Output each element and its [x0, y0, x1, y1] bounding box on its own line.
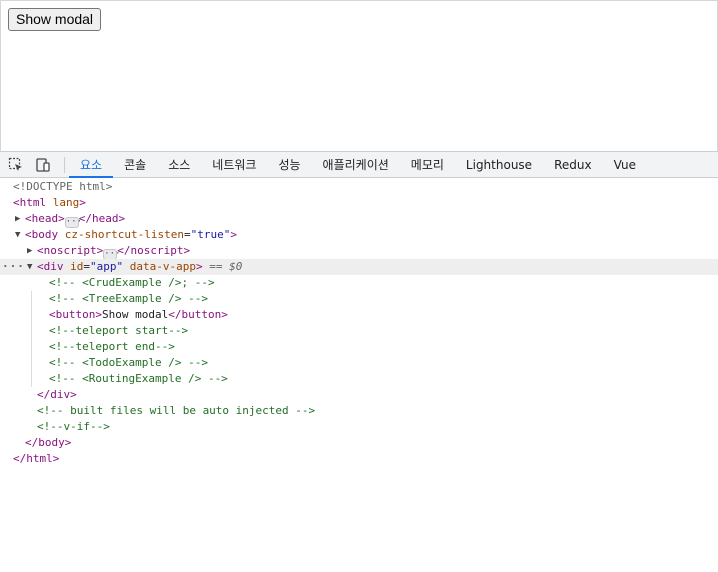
devtools-panel: 요소 콘솔 소스 네트워크 성능 애플리케이션 메모리 Lighthouse R… — [0, 151, 718, 572]
comment-text: <!-- <TodoExample /> --> — [49, 356, 208, 369]
dom-node-comment[interactable]: <!-- <TodoExample /> --> — [0, 355, 718, 371]
noscript-close-tag: </noscript> — [117, 244, 191, 257]
comment-text: <!--v-if--> — [37, 420, 110, 433]
tab-elements[interactable]: 요소 — [69, 152, 114, 178]
dom-node-doctype[interactable]: <!DOCTYPE html> — [0, 179, 718, 195]
body-close-tag: </body> — [25, 436, 72, 449]
tab-sources[interactable]: 소스 — [157, 152, 201, 178]
tab-console[interactable]: 콘솔 — [113, 152, 157, 178]
dom-node-div-app-selected[interactable]: ··· ▼ <div id="app" data-v-app> == $0 — [0, 259, 718, 275]
dom-node-comment[interactable]: <!--teleport end--> — [0, 339, 718, 355]
device-toolbar-icon[interactable] — [34, 156, 52, 174]
tab-application[interactable]: 애플리케이션 — [312, 152, 400, 178]
dom-node-html[interactable]: <html lang> — [0, 195, 718, 211]
head-close-tag: </head> — [78, 212, 126, 225]
head-tag: head — [31, 212, 59, 225]
body-tag: body — [31, 228, 59, 241]
dom-node-comment[interactable]: <!-- built files will be auto injected -… — [0, 403, 718, 419]
button-open-tag: <button> — [49, 308, 102, 321]
body-attr-name: cz-shortcut-listen — [64, 228, 184, 241]
dom-node-noscript[interactable]: ▶ <noscript>···</noscript> — [0, 243, 718, 260]
expand-triangle-icon[interactable]: ▶ — [27, 243, 32, 259]
dom-node-body-close[interactable]: </body> — [0, 435, 718, 451]
html-lang-attr: lang — [52, 196, 80, 209]
noscript-tag: noscript — [43, 244, 97, 257]
body-attr-value: "true" — [190, 228, 231, 241]
tab-vue[interactable]: Vue — [603, 152, 647, 178]
devtools-tabs: 요소 콘솔 소스 네트워크 성능 애플리케이션 메모리 Lighthouse R… — [69, 152, 647, 178]
button-text: Show modal — [101, 308, 169, 321]
html-tag: html — [19, 196, 47, 209]
dom-node-comment[interactable]: <!-- <CrudExample />; --> — [0, 275, 718, 291]
devtools-toolbar: 요소 콘솔 소스 네트워크 성능 애플리케이션 메모리 Lighthouse R… — [0, 151, 718, 178]
dom-node-comment[interactable]: <!-- <TreeExample /> --> — [0, 291, 718, 307]
comment-text: <!-- <CrudExample />; --> — [49, 276, 215, 289]
page-viewport: Show modal — [0, 0, 718, 151]
expand-triangle-icon[interactable]: ▶ — [15, 211, 20, 227]
inspect-element-icon[interactable] — [7, 156, 25, 174]
tab-network[interactable]: 네트워크 — [201, 152, 267, 178]
comment-text: <!--teleport start--> — [49, 324, 189, 337]
div-data-attr: data-v-app — [129, 260, 196, 273]
collapse-triangle-icon[interactable]: ▼ — [27, 259, 32, 275]
button-close-tag: </button> — [168, 308, 228, 321]
dom-node-html-close[interactable]: </html> — [0, 451, 718, 467]
comment-text: <!--teleport end--> — [49, 340, 175, 353]
show-modal-button[interactable]: Show modal — [8, 8, 102, 31]
comment-text: <!-- <RoutingExample /> --> — [49, 372, 228, 385]
html-close-tag: </html> — [13, 452, 60, 465]
dom-node-button[interactable]: <button>Show modal</button> — [0, 307, 718, 323]
div-id-value: "app" — [90, 260, 124, 273]
tab-memory[interactable]: 메모리 — [400, 152, 455, 178]
div-close-tag: </div> — [37, 388, 77, 401]
doctype-text: <!DOCTYPE html> — [13, 180, 113, 193]
toolbar-divider — [64, 157, 65, 173]
div-id-attr: id — [70, 260, 84, 273]
dom-tree: <!DOCTYPE html> <html lang> ▶ <head>···</… — [0, 179, 718, 467]
dom-node-comment[interactable]: <!--teleport start--> — [0, 323, 718, 339]
dom-node-body[interactable]: ▼ <body cz-shortcut-listen="true"> — [0, 227, 718, 243]
div-tag: div — [43, 260, 64, 273]
collapse-triangle-icon[interactable]: ▼ — [15, 227, 20, 243]
dom-node-comment[interactable]: <!-- <RoutingExample /> --> — [0, 371, 718, 387]
dom-node-comment[interactable]: <!--v-if--> — [0, 419, 718, 435]
tab-lighthouse[interactable]: Lighthouse — [455, 152, 543, 178]
dom-node-div-close[interactable]: </div> — [0, 387, 718, 403]
comment-text: <!-- built files will be auto injected -… — [37, 404, 316, 417]
tab-redux[interactable]: Redux — [543, 152, 603, 178]
dom-node-head[interactable]: ▶ <head>···</head> — [0, 211, 718, 228]
more-actions-icon[interactable]: ··· — [2, 259, 25, 275]
tab-performance[interactable]: 성능 — [267, 152, 311, 178]
comment-text: <!-- <TreeExample /> --> — [49, 292, 208, 305]
selected-node-marker: == $0 — [209, 260, 243, 273]
